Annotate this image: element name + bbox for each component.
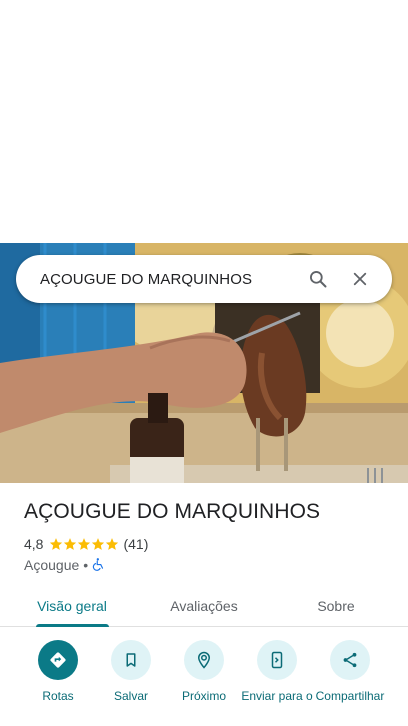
wheelchair-icon (92, 557, 106, 574)
rating-value: 4,8 (24, 536, 44, 552)
map-area-blank (0, 0, 408, 243)
search-query-text[interactable]: AÇOUGUE DO MARQUINHOS (40, 271, 300, 288)
star-icon (50, 538, 63, 550)
tab-about[interactable]: Sobre (296, 585, 376, 627)
send-to-phone-label: Enviar para o (241, 689, 313, 703)
directions-label: Rotas (42, 689, 74, 703)
share-icon[interactable] (330, 640, 370, 680)
star-icon (106, 538, 119, 550)
star-icon (64, 538, 77, 550)
bookmark-icon[interactable] (111, 640, 151, 680)
share-label: Compartilhar (315, 689, 385, 703)
separator-dot: • (83, 557, 89, 573)
category-row: Açougue • (24, 557, 106, 573)
place-title: AÇOUGUE DO MARQUINHOS (24, 500, 321, 523)
tab-overview[interactable]: Visão geral (30, 585, 114, 627)
send-to-phone-icon[interactable] (257, 640, 297, 680)
rating-row[interactable]: 4,8 (41) (24, 536, 148, 552)
active-tab-indicator (36, 624, 109, 627)
place-tabs: Visão geral Avaliações Sobre (0, 585, 408, 627)
review-count[interactable]: (41) (123, 536, 148, 552)
directions-icon[interactable] (38, 640, 78, 680)
nearby-button[interactable]: Próximo (166, 640, 242, 703)
star-icon (78, 538, 91, 550)
rating-stars (49, 537, 119, 551)
close-icon[interactable] (342, 261, 378, 297)
save-button[interactable]: Salvar (93, 640, 169, 703)
action-buttons-row: Rotas Salvar Próximo Enviar para o Compa… (0, 640, 408, 726)
tab-reviews[interactable]: Avaliações (162, 585, 246, 627)
directions-button[interactable]: Rotas (20, 640, 96, 703)
search-icon[interactable] (300, 261, 336, 297)
save-label: Salvar (113, 689, 148, 703)
nearby-icon[interactable] (184, 640, 224, 680)
share-button[interactable]: Compartilhar (312, 640, 388, 703)
search-bar[interactable]: AÇOUGUE DO MARQUINHOS (16, 255, 392, 303)
send-to-phone-button[interactable]: Enviar para o (239, 640, 315, 703)
star-icon (92, 538, 105, 550)
place-category: Açougue (24, 557, 80, 573)
nearby-label: Próximo (181, 689, 226, 703)
